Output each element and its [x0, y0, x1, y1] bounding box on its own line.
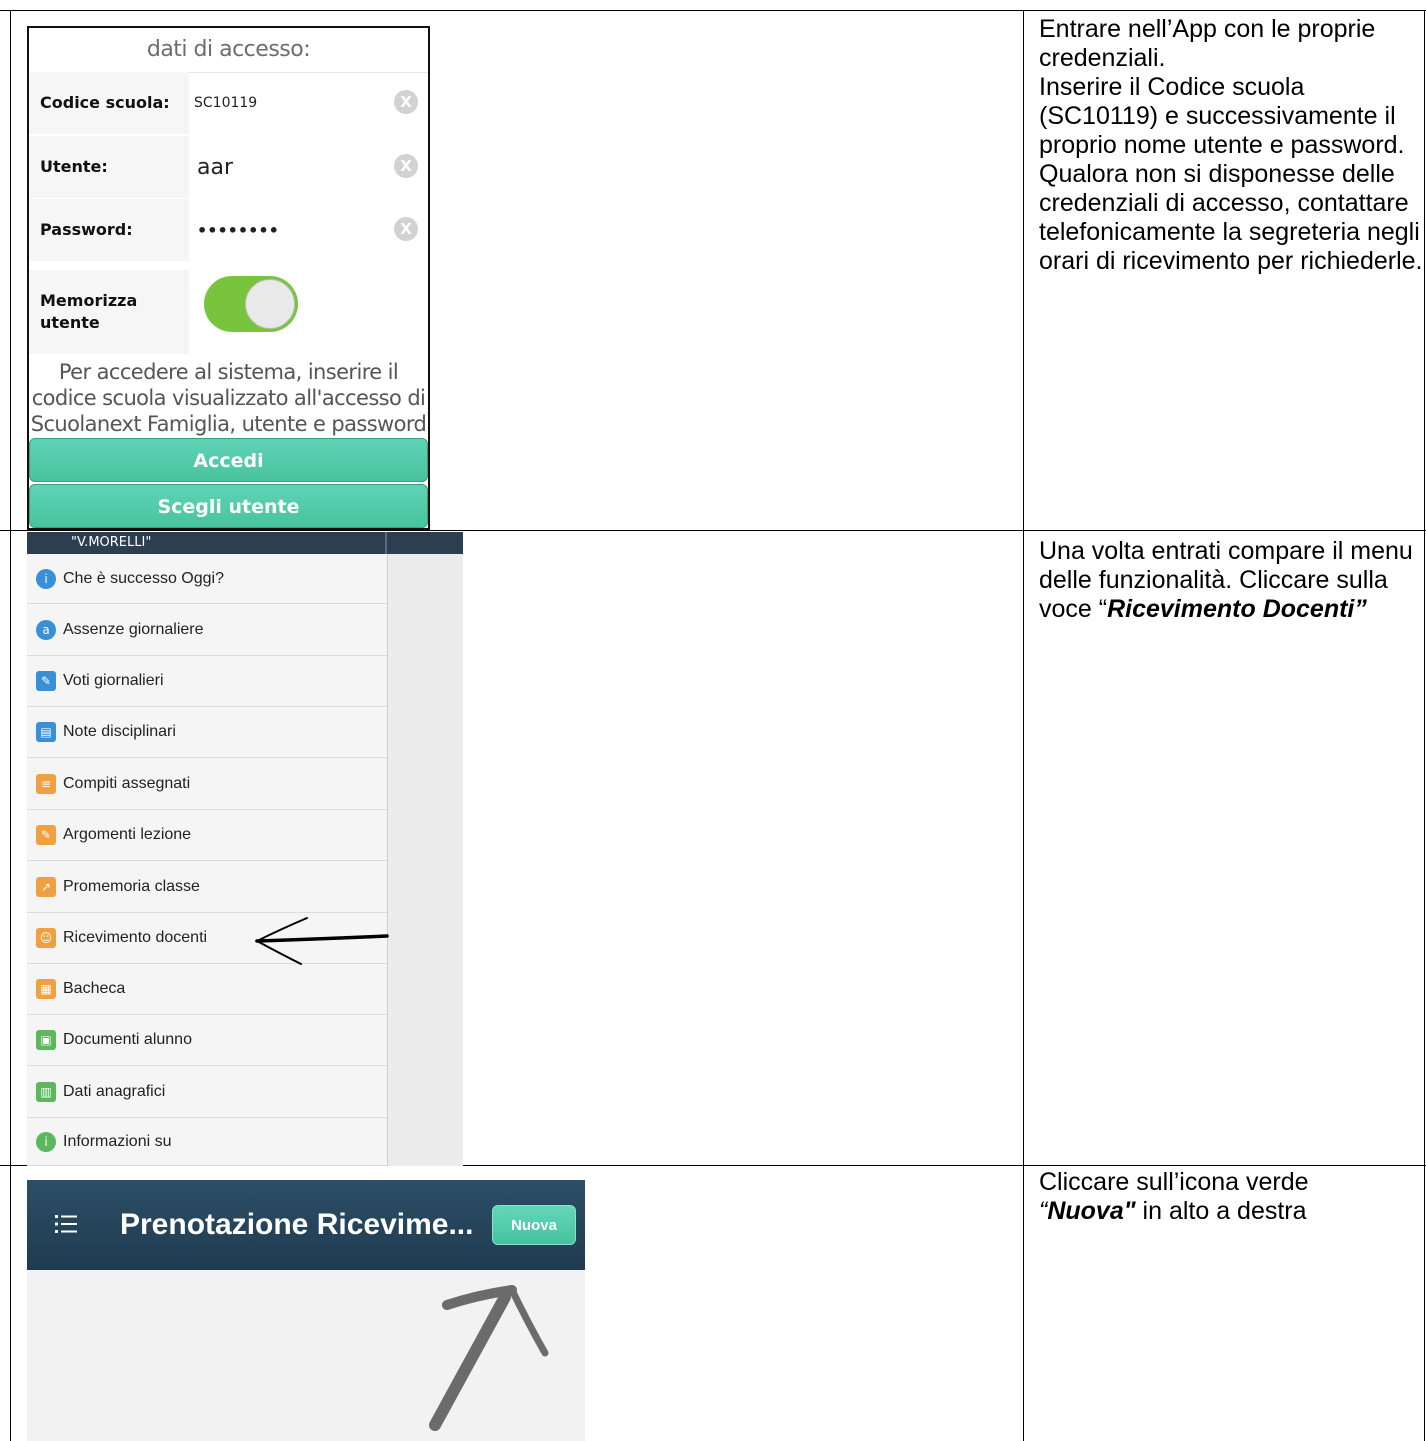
menu-item-oggi[interactable]: i Che è successo Oggi?	[27, 554, 387, 604]
step3-text: in alto a destra	[1135, 1197, 1307, 1225]
menu-item-label: Che è successo Oggi?	[63, 569, 224, 587]
booking-title: Prenotazione Ricevime...	[120, 1208, 474, 1241]
menu-item-label: Note disciplinari	[63, 723, 176, 740]
new-booking-button[interactable]: Nuova	[492, 1205, 576, 1245]
step1-instructions: Entrare nell’App con le proprie credenzi…	[1039, 15, 1424, 276]
menu-item-documenti[interactable]: ▣ Documenti alunno	[27, 1015, 387, 1066]
menu-item-compiti[interactable]: ≡ Compiti assegnati	[27, 758, 387, 810]
password-input[interactable]: ••••••••	[197, 199, 279, 261]
school-code-row: Codice scuola: SC10119 X	[29, 72, 428, 134]
table-right-border	[1424, 10, 1425, 1441]
login-help-text: Per accedere al sistema, inserire il cod…	[30, 360, 427, 436]
pointer-arrow-icon	[429, 1285, 549, 1431]
menu-item-argomenti[interactable]: ✎ Argomenti lezione	[27, 810, 387, 861]
table-left-border	[10, 10, 11, 1441]
homework-icon: ≡	[36, 773, 56, 794]
about-icon: i	[36, 1131, 56, 1152]
username-label: Utente:	[29, 136, 189, 198]
username-input[interactable]: aar	[197, 136, 233, 198]
menu-item-label: Argomenti lezione	[63, 826, 192, 843]
menu-item-label: Ricevimento docenti	[63, 929, 208, 946]
step3-instructions: Cliccare sull’icona verde “Nuova" in alto…	[1039, 1168, 1424, 1226]
password-row: Password: •••••••• X	[29, 199, 428, 261]
board-icon: ▦	[36, 979, 56, 999]
menu-item-promemoria[interactable]: ↗ Promemoria classe	[27, 861, 387, 913]
menu-top-bar: "V.MORELLI"	[27, 532, 463, 554]
school-code-input[interactable]: SC10119	[194, 72, 257, 134]
menu-item-assenze[interactable]: a Assenze giornaliere	[27, 604, 387, 656]
step3-lead: Cliccare sull’icona verde	[1039, 1168, 1309, 1196]
menu-item-label: Documenti alunno	[63, 1031, 192, 1048]
step2-instructions: Una volta entrati compare il menu delle …	[1039, 537, 1424, 624]
info-icon: i	[36, 568, 56, 589]
clear-username-icon[interactable]: X	[394, 154, 418, 178]
menu-screenshot: "V.MORELLI" i Che è successo Oggi? a Assen…	[27, 532, 463, 1166]
choose-user-button[interactable]: Scegli utente	[29, 484, 428, 528]
menu-item-label: Informazioni su	[63, 1132, 172, 1150]
meeting-icon: ☺	[36, 928, 56, 948]
password-label: Password:	[29, 199, 189, 261]
clear-school-code-icon[interactable]: X	[394, 90, 418, 114]
hand-drawn-arrow-icon	[254, 917, 389, 965]
table-top-border	[0, 10, 1426, 11]
remember-toggle[interactable]	[204, 276, 298, 332]
step1-line1: Entrare nell’App con le proprie credenzi…	[1039, 15, 1376, 72]
menu-item-voti[interactable]: ✎ Voti giornalieri	[27, 656, 387, 707]
table-column-divider	[1023, 10, 1024, 1441]
menu-list: i Che è successo Oggi? a Assenze giornalie…	[27, 554, 387, 1166]
step3-emphasis: Nuova"	[1047, 1197, 1136, 1225]
menu-side-pane	[387, 554, 463, 1166]
menu-item-label: Voti giornalieri	[63, 672, 164, 689]
step1-line2: Inserire il Codice scuola (SC10119) e su…	[1039, 73, 1405, 159]
menu-item-anagrafici[interactable]: ▥ Dati anagrafici	[27, 1066, 387, 1118]
menu-item-label: Assenze giornaliere	[63, 620, 204, 638]
login-screenshot: dati di accesso: Codice scuola: SC10119 …	[27, 26, 430, 530]
menu-item-label: Promemoria classe	[63, 877, 200, 895]
menu-item-label: Dati anagrafici	[63, 1082, 166, 1100]
remember-label: Memorizza utente	[29, 270, 189, 354]
reminder-icon: ↗	[36, 876, 56, 897]
top-bar-separator	[385, 532, 387, 554]
step1-line3: Qualora non si disponesse delle credenzi…	[1039, 160, 1423, 275]
menu-list-icon[interactable]	[55, 1213, 77, 1235]
documents-icon: ▣	[36, 1030, 56, 1050]
grades-icon: ✎	[36, 671, 56, 691]
login-button[interactable]: Accedi	[29, 438, 428, 482]
username-row: Utente: aar X	[29, 136, 428, 198]
lesson-icon: ✎	[36, 825, 56, 845]
notes-icon: ▤	[36, 722, 56, 742]
step2-open-quote: “	[1098, 595, 1108, 623]
menu-item-informazioni[interactable]: i Informazioni su	[27, 1118, 387, 1166]
school-code-label: Codice scuola:	[29, 72, 189, 134]
personal-data-icon: ▥	[36, 1081, 56, 1102]
remember-row: Memorizza utente	[29, 270, 428, 354]
booking-app-bar: Prenotazione Ricevime... Nuova	[27, 1180, 585, 1270]
menu-item-label: Bacheca	[63, 980, 126, 997]
step2-emphasis: Ricevimento Docenti”	[1107, 595, 1367, 623]
clear-password-icon[interactable]: X	[394, 217, 418, 241]
booking-screenshot: Prenotazione Ricevime... Nuova	[27, 1180, 585, 1441]
login-header: dati di accesso:	[29, 28, 428, 73]
table-row-divider-1	[0, 530, 1426, 531]
toggle-knob	[245, 279, 295, 329]
menu-item-note[interactable]: ▤ Note disciplinari	[27, 707, 387, 758]
menu-item-label: Compiti assegnati	[63, 774, 191, 792]
absence-icon: a	[36, 619, 56, 640]
school-name: "V.MORELLI"	[71, 535, 152, 550]
